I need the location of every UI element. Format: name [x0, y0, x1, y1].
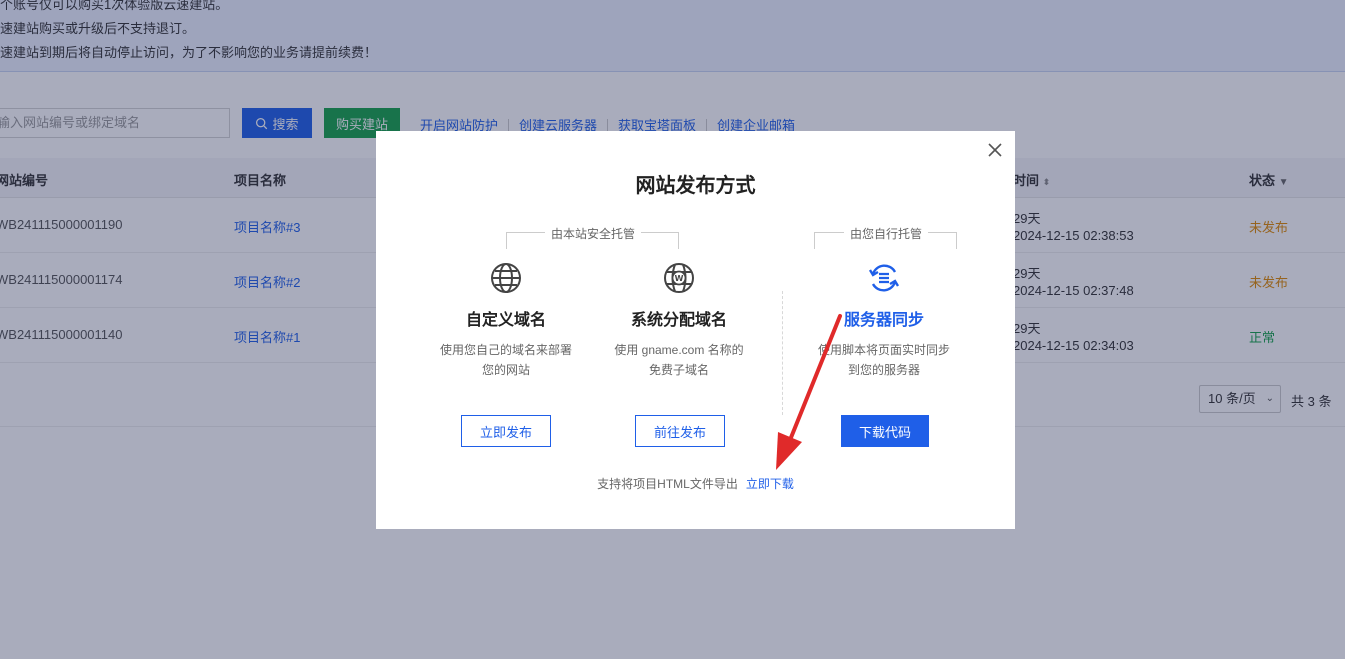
option-desc: 使用脚本将页面实时同步 到您的服务器 — [817, 343, 950, 377]
option-server-sync: 服务器同步 使用脚本将页面实时同步 到您的服务器 — [799, 261, 969, 380]
option-desc: 使用 gname.com 名称的 免费子域名 — [614, 343, 744, 377]
go-publish-button[interactable]: 前往发布 — [635, 415, 725, 447]
download-now-link[interactable]: 立即下载 — [746, 477, 794, 491]
svg-text:W: W — [675, 274, 684, 283]
export-note: 支持将项目HTML文件导出 立即下载 — [597, 477, 794, 491]
download-code-button[interactable]: 下载代码 — [841, 415, 929, 447]
option-title: 系统分配域名 — [630, 312, 727, 329]
globe-w-icon: W — [664, 263, 694, 293]
modal-title: 网站发布方式 — [635, 175, 756, 197]
publish-now-button[interactable]: 立即发布 — [461, 415, 551, 447]
group-label-self: 由您自行托管 — [844, 225, 929, 242]
option-system-domain: W 系统分配域名 使用 gname.com 名称的 免费子域名 — [594, 261, 764, 380]
option-custom-domain: 自定义域名 使用您自己的域名来部署 您的网站 — [421, 261, 591, 380]
close-icon[interactable] — [986, 141, 1004, 159]
option-desc: 使用您自己的域名来部署 您的网站 — [439, 343, 572, 377]
sync-server-icon — [868, 264, 900, 292]
option-title: 服务器同步 — [843, 312, 924, 329]
option-title: 自定义域名 — [465, 312, 546, 329]
group-divider — [782, 291, 783, 415]
group-label-hosted: 由本站安全托管 — [545, 225, 642, 242]
publish-method-modal: 网站发布方式 由本站安全托管 由您自行托管 自定义域名 使用您自己的域名来部署 … — [376, 131, 1015, 529]
globe-icon — [491, 263, 521, 293]
